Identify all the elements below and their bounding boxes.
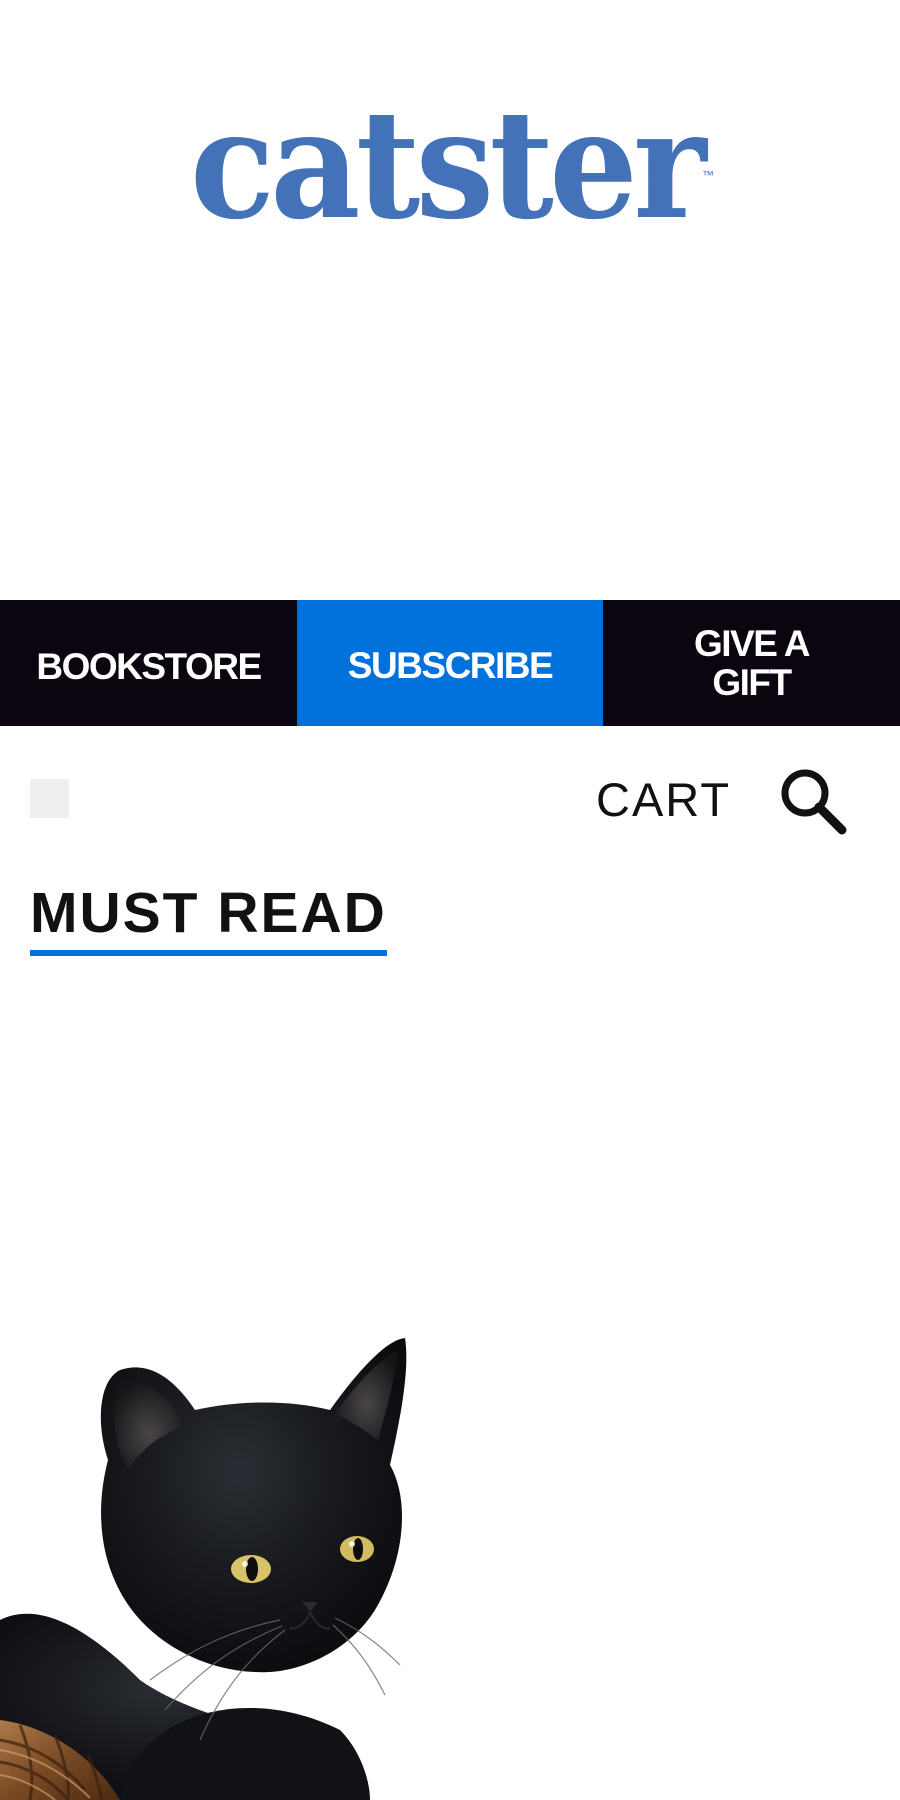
- bookstore-button[interactable]: BOOKSTORE: [0, 600, 297, 726]
- kitten-illustration: [0, 1338, 407, 1800]
- search-icon: [781, 769, 847, 835]
- site-header: catster ™: [0, 0, 900, 600]
- must-read-section: MUST READ: [30, 882, 387, 956]
- top-nav: BOOKSTORE SUBSCRIBE GIVE A GIFT: [0, 600, 900, 726]
- section-title: MUST READ: [30, 882, 387, 956]
- logo-trademark: ™: [702, 168, 714, 182]
- give-a-gift-label: GIVE A GIFT: [693, 623, 811, 703]
- give-a-gift-button[interactable]: GIVE A GIFT: [603, 600, 900, 726]
- bookstore-label: BOOKSTORE: [36, 645, 262, 687]
- catster-logo: catster ™: [190, 85, 714, 235]
- search-button[interactable]: [776, 764, 848, 836]
- logo-text: catster: [190, 85, 708, 235]
- subscribe-button[interactable]: SUBSCRIBE: [297, 600, 603, 726]
- utility-bar: CART: [0, 726, 900, 876]
- menu-toggle[interactable]: [30, 779, 69, 818]
- subscribe-label: SUBSCRIBE: [347, 644, 554, 686]
- cart-link[interactable]: CART: [596, 772, 731, 827]
- feature-image[interactable]: [0, 1300, 460, 1800]
